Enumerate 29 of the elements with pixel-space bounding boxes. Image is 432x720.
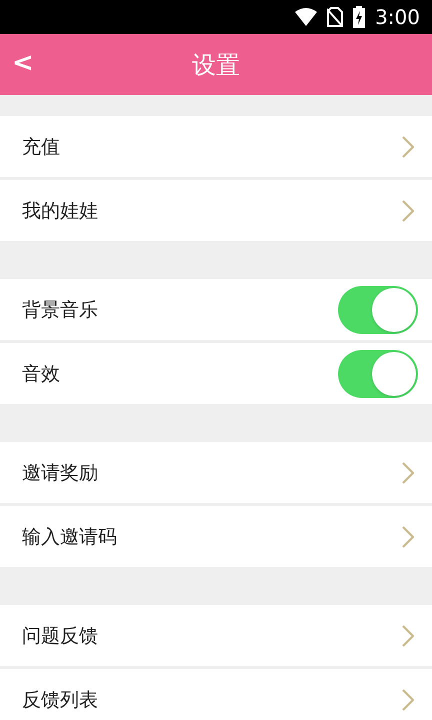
settings-row[interactable]: 音效 — [0, 343, 432, 404]
row-label: 输入邀请码 — [22, 524, 117, 548]
status-time: 3:00 — [375, 4, 420, 31]
no-sim-icon — [327, 7, 344, 27]
settings-row[interactable]: 邀请奖励 — [0, 442, 432, 503]
chevron-right-icon — [402, 136, 414, 158]
chevron-right-icon — [402, 624, 414, 646]
wifi-icon — [295, 8, 318, 26]
toggle-switch[interactable] — [338, 286, 418, 334]
row-label: 问题反馈 — [22, 624, 98, 648]
row-label: 邀请奖励 — [22, 460, 98, 484]
row-label: 我的娃娃 — [22, 198, 98, 222]
battery-icon — [353, 6, 366, 28]
settings-row[interactable]: 问题反馈 — [0, 605, 432, 666]
row-label: 反馈列表 — [22, 688, 98, 712]
row-label: 音效 — [22, 362, 60, 386]
settings-row[interactable]: 我的娃娃 — [0, 180, 432, 241]
toggle-switch[interactable] — [338, 350, 418, 398]
settings-row[interactable]: 输入邀请码 — [0, 506, 432, 567]
settings-row[interactable]: 充值 — [0, 116, 432, 177]
chevron-right-icon — [402, 462, 414, 484]
page-title: 设置 — [192, 50, 240, 80]
chevron-right-icon — [402, 526, 414, 548]
chevron-right-icon — [402, 688, 414, 710]
row-label: 充值 — [22, 134, 60, 158]
settings-row[interactable]: 反馈列表 — [0, 669, 432, 720]
row-label: 背景音乐 — [22, 298, 98, 322]
chevron-right-icon — [402, 200, 414, 222]
settings-row[interactable]: 背景音乐 — [0, 279, 432, 340]
